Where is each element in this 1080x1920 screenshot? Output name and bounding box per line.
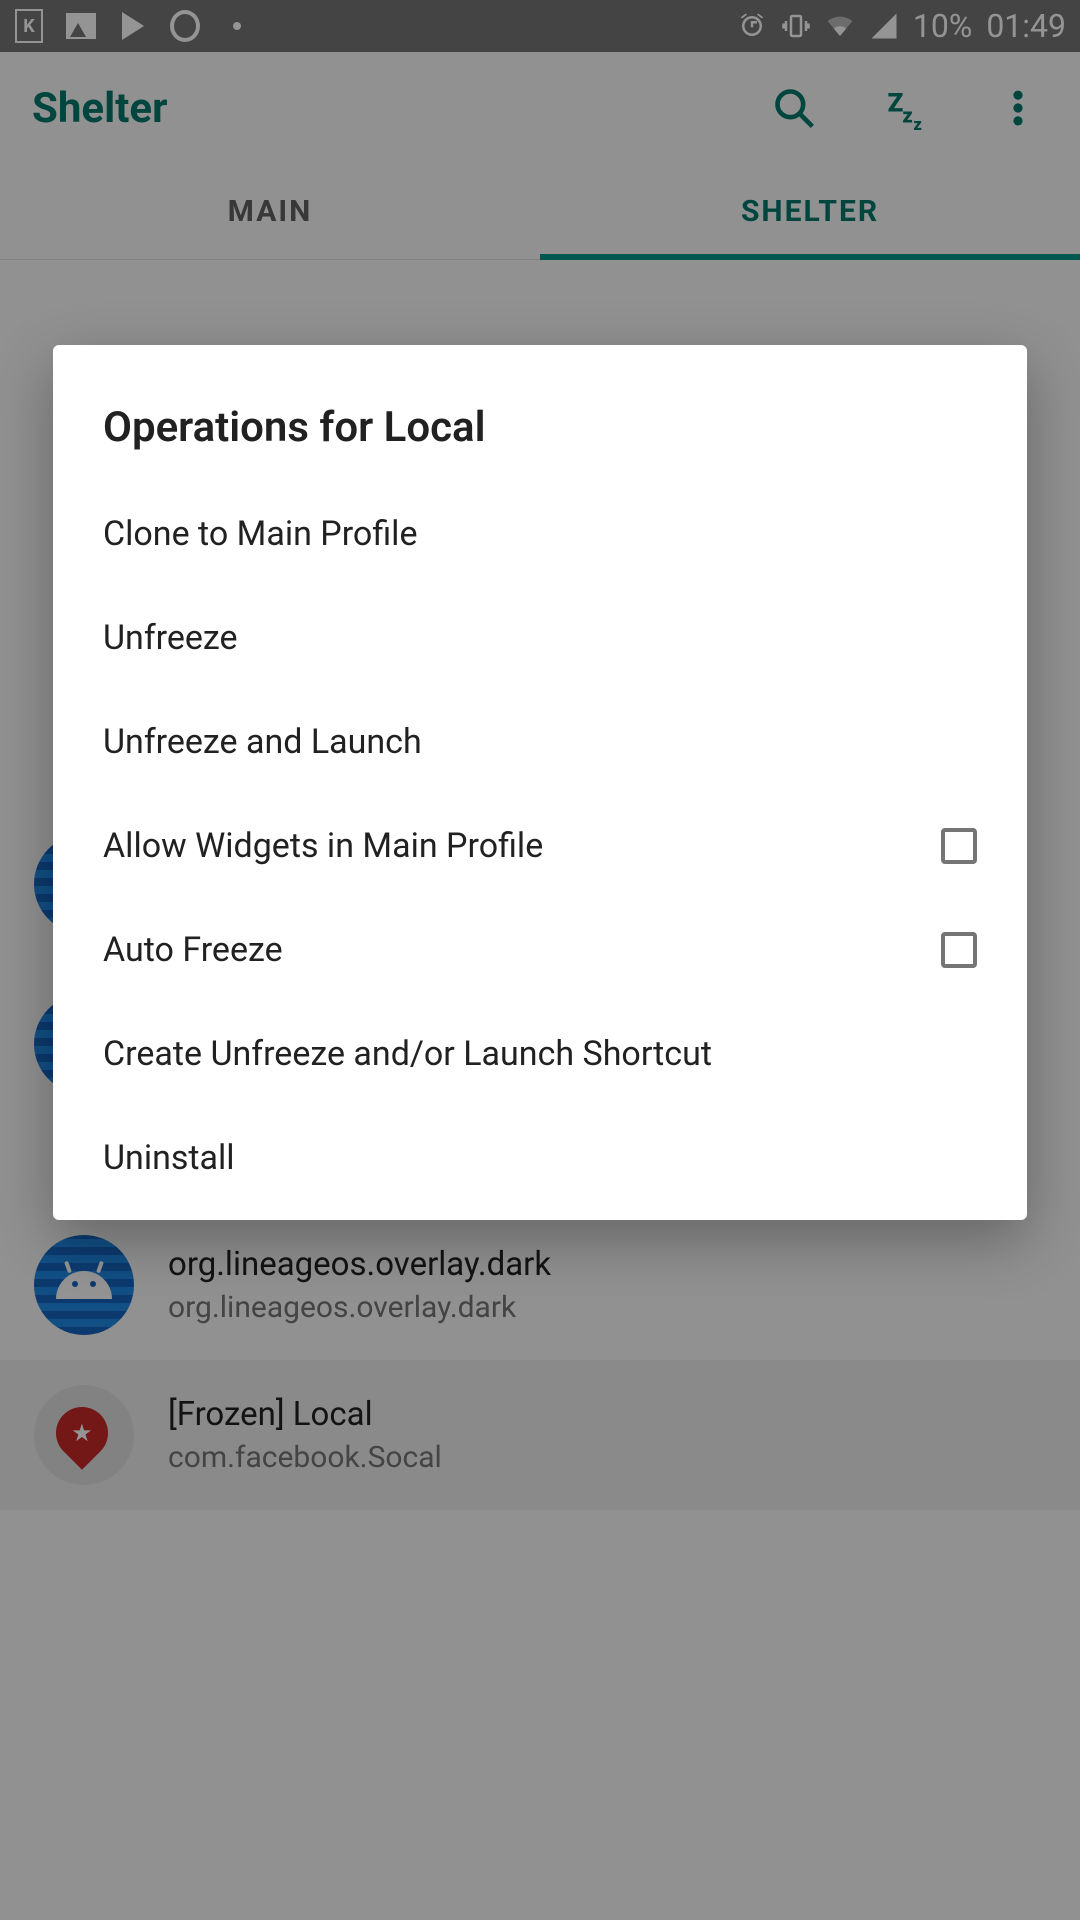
dialog-title: Operations for Local xyxy=(53,385,1027,482)
checkbox-auto-freeze[interactable] xyxy=(941,932,977,968)
dialog-item-uninstall[interactable]: Uninstall xyxy=(53,1106,1027,1210)
dialog-item-label: Create Unfreeze and/or Launch Shortcut xyxy=(103,1034,712,1074)
operations-dialog: Operations for Local Clone to Main Profi… xyxy=(53,345,1027,1220)
dialog-item-clone[interactable]: Clone to Main Profile xyxy=(53,482,1027,586)
dialog-item-create-shortcut[interactable]: Create Unfreeze and/or Launch Shortcut xyxy=(53,1002,1027,1106)
dialog-item-label: Allow Widgets in Main Profile xyxy=(103,826,543,866)
dialog-item-label: Clone to Main Profile xyxy=(103,514,417,554)
dialog-item-unfreeze[interactable]: Unfreeze xyxy=(53,586,1027,690)
dialog-item-auto-freeze[interactable]: Auto Freeze xyxy=(53,898,1027,1002)
dialog-item-unfreeze-launch[interactable]: Unfreeze and Launch xyxy=(53,690,1027,794)
checkbox-allow-widgets[interactable] xyxy=(941,828,977,864)
dialog-item-label: Uninstall xyxy=(103,1138,235,1178)
dialog-item-label: Auto Freeze xyxy=(103,930,283,970)
dialog-item-label: Unfreeze and Launch xyxy=(103,722,422,762)
dialog-item-allow-widgets[interactable]: Allow Widgets in Main Profile xyxy=(53,794,1027,898)
dialog-item-label: Unfreeze xyxy=(103,618,238,658)
